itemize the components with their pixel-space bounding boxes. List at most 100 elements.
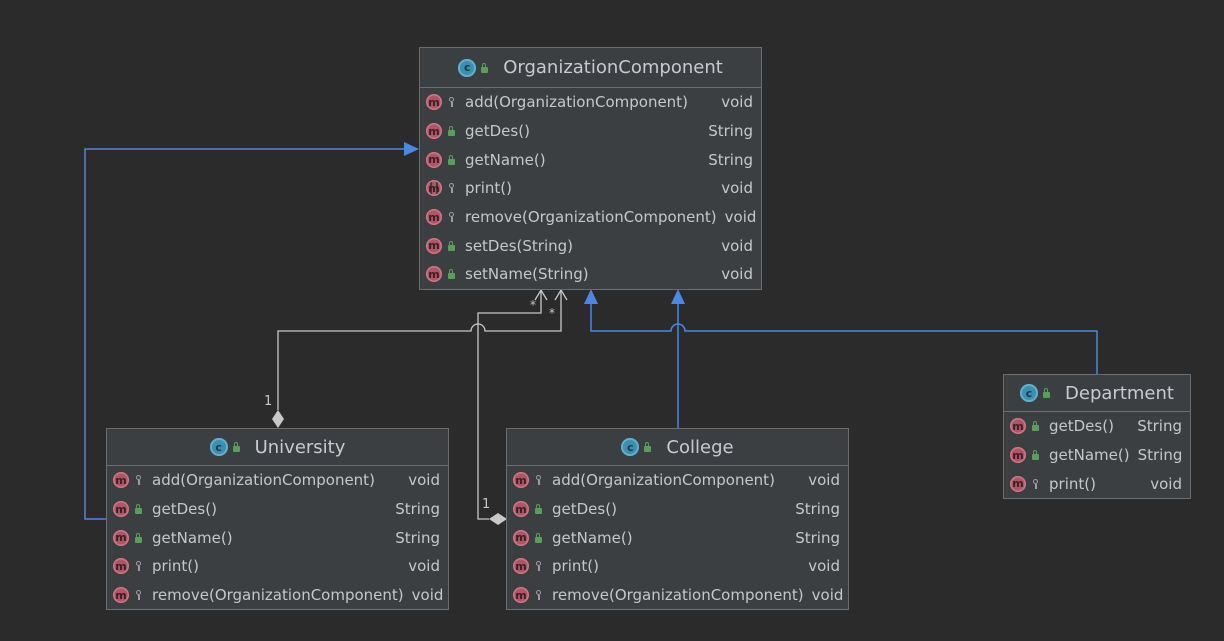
method-row[interactable]: m getName() String	[107, 523, 448, 552]
public-lock-icon	[480, 62, 489, 73]
class-name: University	[254, 436, 346, 458]
method-row[interactable]: m setDes(String) void	[420, 231, 761, 260]
return-type: void	[721, 236, 753, 255]
method-row[interactable]: m getDes() String	[420, 117, 761, 146]
class-organization-component[interactable]: c OrganizationComponent m add(Organizati…	[419, 47, 762, 290]
public-visibility-icon	[1031, 420, 1041, 432]
class-icon: c	[1020, 384, 1039, 402]
class-name: OrganizationComponent	[503, 57, 723, 78]
method-icon: m	[426, 123, 442, 140]
end-marker-right: *	[549, 306, 555, 320]
aggregation-diamond-university	[272, 410, 284, 428]
package-visibility-icon	[134, 560, 144, 572]
method-name: getName()	[1049, 446, 1130, 465]
public-visibility-icon	[134, 532, 144, 544]
method-icon: m	[1010, 475, 1026, 492]
aggregation-edge-university	[277, 290, 562, 410]
class-icon: c	[209, 438, 228, 456]
method-row[interactable]: m print() void	[1004, 469, 1190, 498]
method-name: setName(String)	[465, 265, 589, 284]
method-name: remove(OrganizationComponent)	[465, 208, 717, 227]
public-lock-icon	[643, 442, 652, 452]
class-university[interactable]: c University m add(OrganizationComponent…	[106, 428, 449, 610]
method-icon: m	[426, 266, 442, 283]
method-icon: m	[426, 237, 442, 254]
public-lock-icon	[1042, 388, 1051, 398]
aggregation-arrowhead-college	[534, 288, 548, 301]
class-name: College	[666, 436, 734, 458]
inheritance-edge-department	[590, 304, 1098, 374]
method-name: getDes()	[552, 500, 617, 519]
uml-diagram-canvas: 1 1 * * c OrganizationComponent m add(Or…	[0, 0, 1224, 641]
method-row[interactable]: m remove(OrganizationComponent) void	[507, 581, 848, 610]
return-type: String	[795, 500, 840, 519]
method-icon: m	[426, 209, 442, 226]
method-icon: m	[113, 587, 129, 604]
method-row[interactable]: m getName() String	[507, 523, 848, 552]
method-name: getName()	[552, 528, 633, 547]
class-icon: c	[458, 58, 477, 77]
return-type: String	[795, 528, 840, 547]
public-visibility-icon	[447, 240, 457, 252]
method-row[interactable]: m getDes() String	[107, 495, 448, 524]
method-name: remove(OrganizationComponent)	[552, 586, 804, 605]
aggregation-diamond-college	[489, 513, 507, 525]
method-name: remove(OrganizationComponent)	[152, 586, 404, 605]
method-list: m add(OrganizationComponent) void m getD…	[420, 88, 761, 289]
method-row[interactable]: m add(OrganizationComponent) void	[507, 466, 848, 495]
return-type: void	[721, 179, 753, 198]
method-row[interactable]: m getName() String	[1004, 441, 1190, 470]
method-name: getName()	[465, 150, 546, 169]
end-marker-left: *	[530, 298, 536, 312]
package-visibility-icon	[447, 96, 457, 108]
method-icon: m	[513, 558, 529, 575]
return-type: void	[1150, 474, 1182, 493]
method-row[interactable]: m getDes() String	[507, 495, 848, 524]
method-icon: m	[113, 558, 129, 575]
method-icon: m	[113, 529, 129, 546]
package-visibility-icon	[134, 589, 144, 601]
return-type: String	[708, 150, 753, 169]
return-type: void	[811, 586, 844, 605]
method-name: print()	[1049, 474, 1096, 493]
return-type: void	[808, 471, 840, 490]
public-visibility-icon	[447, 268, 457, 280]
method-icon: m	[113, 501, 129, 518]
method-name: setDes(String)	[465, 236, 573, 255]
method-icon: m	[513, 587, 529, 604]
method-row[interactable]: m remove(OrganizationComponent) void	[420, 203, 761, 232]
class-department[interactable]: c Department m getDes() String m getName…	[1003, 374, 1191, 499]
package-visibility-icon	[134, 474, 144, 486]
method-row[interactable]: m setName(String) void	[420, 260, 761, 289]
method-row[interactable]: m print() void	[420, 174, 761, 203]
method-row[interactable]: m print() void	[107, 552, 448, 581]
return-type: String	[708, 122, 753, 141]
method-name: print()	[552, 557, 599, 576]
package-visibility-icon	[1031, 478, 1041, 490]
method-row[interactable]: m add(OrganizationComponent) void	[107, 466, 448, 495]
class-name: Department	[1065, 382, 1174, 404]
method-icon: m	[426, 151, 442, 168]
method-icon: m	[113, 472, 129, 489]
method-row[interactable]: m remove(OrganizationComponent) void	[107, 581, 448, 610]
return-type: void	[408, 471, 440, 490]
package-visibility-icon	[447, 182, 457, 194]
method-name: getDes()	[1049, 417, 1114, 436]
method-icon: m	[426, 94, 442, 111]
method-name: add(OrganizationComponent)	[152, 471, 375, 490]
package-visibility-icon	[447, 211, 457, 223]
aggregation-arrowhead-university	[554, 288, 568, 301]
method-row[interactable]: m getDes() String	[1004, 412, 1190, 441]
method-name: add(OrganizationComponent)	[465, 93, 688, 112]
method-icon: m	[1010, 418, 1026, 435]
return-type: void	[408, 557, 440, 576]
method-name: getDes()	[152, 500, 217, 519]
abstract-method-icon: m	[426, 180, 442, 197]
method-row[interactable]: m print() void	[507, 552, 848, 581]
method-name: getDes()	[465, 122, 530, 141]
class-college[interactable]: c College m add(OrganizationComponent) v…	[506, 428, 849, 610]
method-row[interactable]: m getName() String	[420, 145, 761, 174]
method-row[interactable]: m add(OrganizationComponent) void	[420, 88, 761, 117]
method-icon: m	[1010, 447, 1026, 464]
public-visibility-icon	[447, 125, 457, 137]
